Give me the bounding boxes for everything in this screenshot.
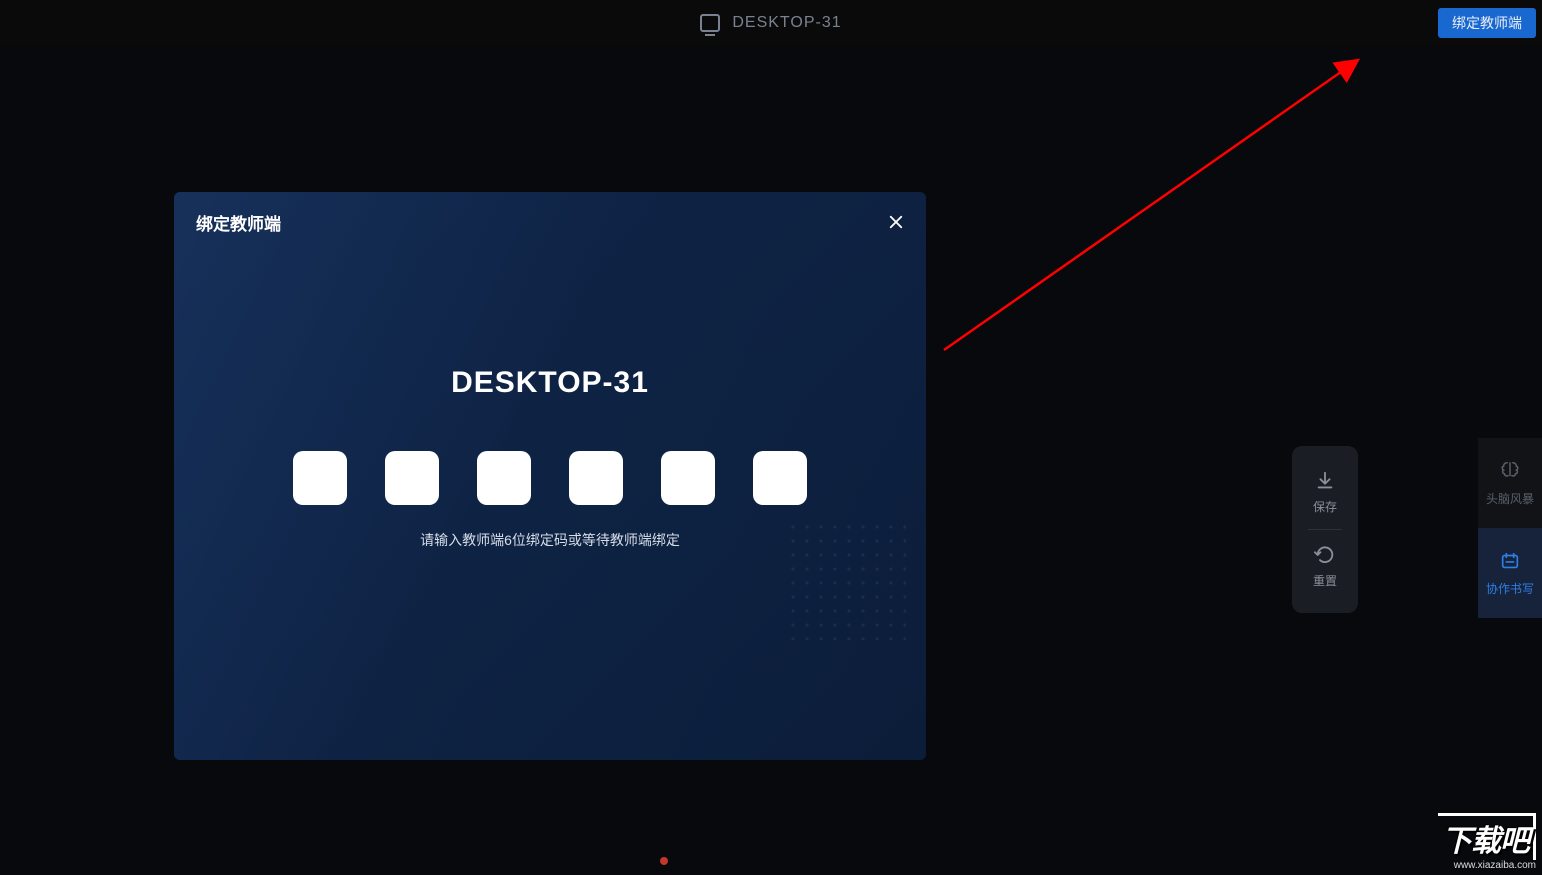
brain-icon [1499, 460, 1521, 482]
code-input-row [174, 451, 926, 505]
toolbar-divider [1308, 529, 1342, 530]
floating-toolbar: 保存 重置 [1292, 446, 1358, 613]
top-bar: DESKTOP-31 绑定教师端 [0, 0, 1542, 46]
save-label: 保存 [1313, 498, 1337, 515]
modal-close-button[interactable] [884, 210, 908, 234]
code-digit-4[interactable] [569, 451, 623, 505]
refresh-icon [1314, 544, 1336, 566]
collab-label: 协作书写 [1486, 580, 1534, 597]
code-digit-6[interactable] [753, 451, 807, 505]
code-digit-3[interactable] [477, 451, 531, 505]
reset-label: 重置 [1313, 572, 1337, 589]
code-digit-5[interactable] [661, 451, 715, 505]
bind-modal: 绑定教师端 DESKTOP-31 请输入教师端6位绑定码或等待教师端绑定 [174, 192, 926, 760]
modal-device-name: DESKTOP-31 [174, 366, 926, 400]
brainstorm-label: 头脑风暴 [1486, 490, 1534, 507]
page-indicator-dot [660, 857, 668, 865]
topbar-title-group: DESKTOP-31 [700, 14, 841, 32]
watermark: 下载吧 www.xiazaiba.com [1438, 813, 1536, 871]
modal-title: 绑定教师端 [196, 210, 281, 235]
watermark-url: www.xiazaiba.com [1438, 860, 1536, 871]
brainstorm-tab[interactable]: 头脑风暴 [1478, 438, 1542, 528]
code-digit-2[interactable] [385, 451, 439, 505]
watermark-brand: 下载吧 [1438, 813, 1536, 860]
bind-teacher-button[interactable]: 绑定教师端 [1438, 8, 1536, 38]
download-icon [1314, 470, 1336, 492]
reset-button[interactable]: 重置 [1292, 534, 1358, 599]
collab-icon [1499, 550, 1521, 572]
monitor-icon [700, 14, 720, 32]
side-tabs: 头脑风暴 协作书写 [1478, 438, 1542, 618]
code-digit-1[interactable] [293, 451, 347, 505]
save-button[interactable]: 保存 [1292, 460, 1358, 525]
close-icon [887, 213, 905, 231]
collab-write-tab[interactable]: 协作书写 [1478, 528, 1542, 618]
device-name-label: DESKTOP-31 [732, 14, 841, 32]
modal-hint-text: 请输入教师端6位绑定码或等待教师端绑定 [174, 530, 926, 550]
